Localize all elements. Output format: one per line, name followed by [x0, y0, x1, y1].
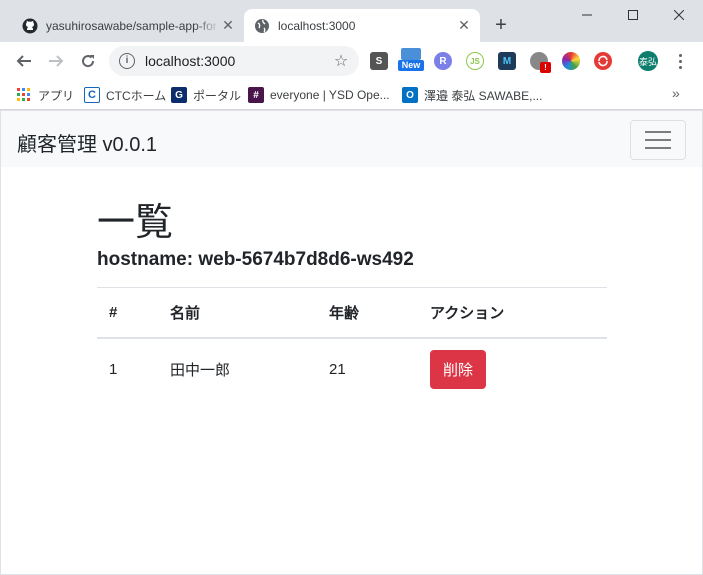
- table-row: 1 田中一郎 21 削除: [97, 338, 607, 400]
- bookmark-outlook[interactable]: O 澤邉 泰弘 SAWABE,...: [402, 86, 542, 104]
- extension-s-icon[interactable]: S: [370, 52, 388, 70]
- bookmark-label: アプリ: [38, 88, 75, 103]
- window-close-icon[interactable]: [656, 0, 702, 30]
- page-title: 一覧: [97, 202, 174, 244]
- extension-r-icon[interactable]: R: [434, 52, 452, 70]
- tab-github[interactable]: yasuhirosawabe/sample-app-for ✕: [12, 9, 244, 42]
- bookmark-apps[interactable]: アプリ: [16, 86, 74, 104]
- app-navbar: 顧客管理 v0.0.1: [1, 111, 702, 167]
- table-header-row: # 名前 年齢 アクション: [97, 287, 607, 339]
- browser-toolbar: i localhost:3000 ☆ S New R JS M ! 泰弘: [0, 42, 703, 80]
- header-age: 年齢: [317, 287, 418, 339]
- header-action: アクション: [418, 287, 607, 339]
- tab-strip: yasuhirosawabe/sample-app-for ✕ localhos…: [0, 0, 703, 42]
- slack-icon: #: [248, 87, 264, 103]
- alert-badge: !: [540, 62, 551, 73]
- maximize-icon[interactable]: [610, 0, 656, 30]
- browser-menu-icon[interactable]: [672, 51, 688, 71]
- delete-button[interactable]: 削除: [430, 349, 487, 389]
- reload-icon[interactable]: [76, 49, 100, 73]
- extension-nodejs-icon[interactable]: JS: [466, 52, 484, 70]
- portal-g-icon: G: [171, 87, 187, 103]
- extension-m-icon[interactable]: M: [498, 52, 516, 70]
- forward-arrow-icon[interactable]: [44, 49, 68, 73]
- github-icon: [22, 18, 38, 34]
- extension-shield-icon[interactable]: !: [530, 52, 551, 73]
- bookmark-portal[interactable]: G ポータル: [171, 86, 241, 104]
- close-tab-icon[interactable]: ✕: [220, 17, 236, 34]
- bookmark-ctc-home[interactable]: C CTCホーム: [84, 86, 166, 104]
- info-icon[interactable]: i: [119, 53, 135, 69]
- apps-grid-icon: [16, 87, 32, 103]
- extension-sync-icon[interactable]: [594, 52, 612, 70]
- globe-icon: [254, 18, 270, 34]
- bookmarks-bar: アプリ C CTCホーム G ポータル # everyone | YSD Ope…: [0, 80, 703, 110]
- hostname-label: hostname: web-5674b7d8d6-ws492: [97, 249, 414, 270]
- more-bookmarks-icon[interactable]: »: [672, 85, 680, 101]
- bookmark-label: ポータル: [193, 88, 242, 103]
- bookmark-star-icon[interactable]: ☆: [331, 51, 351, 71]
- extension-color-icon[interactable]: [562, 52, 580, 70]
- minimize-icon[interactable]: [564, 0, 610, 30]
- new-tab-button[interactable]: +: [490, 14, 512, 36]
- tab-title: yasuhirosawabe/sample-app-for: [46, 18, 217, 33]
- navbar-toggler-hamburger-icon[interactable]: [630, 120, 686, 160]
- url-text[interactable]: localhost:3000: [145, 53, 331, 69]
- extension-new-icon[interactable]: New: [398, 48, 424, 72]
- bookmark-label: everyone | YSD Ope...: [270, 88, 390, 102]
- outlook-icon: O: [402, 87, 418, 103]
- header-name: 名前: [158, 287, 317, 339]
- bookmark-slack[interactable]: # everyone | YSD Ope...: [248, 86, 390, 104]
- tab-localhost[interactable]: localhost:3000 ✕: [244, 9, 480, 42]
- bookmark-label: 澤邉 泰弘 SAWABE,...: [424, 88, 543, 103]
- close-tab-icon[interactable]: ✕: [456, 17, 472, 34]
- bookmark-label: CTCホーム: [106, 88, 167, 103]
- cell-action: 削除: [418, 338, 607, 400]
- tab-title: localhost:3000: [278, 18, 356, 33]
- app-brand[interactable]: 顧客管理 v0.0.1: [17, 128, 157, 157]
- profile-avatar[interactable]: 泰弘: [638, 51, 658, 71]
- cell-name: 田中一郎: [170, 361, 231, 379]
- ctc-icon: C: [84, 87, 100, 103]
- cell-id: 1: [109, 360, 118, 378]
- back-arrow-icon[interactable]: [12, 49, 36, 73]
- cell-age: 21: [329, 360, 346, 378]
- address-bar[interactable]: i localhost:3000 ☆: [109, 46, 359, 76]
- new-badge: New: [398, 60, 424, 71]
- customer-table: # 名前 年齢 アクション 1 田中一郎 21 削除: [97, 287, 607, 400]
- header-number: #: [97, 287, 158, 339]
- page-viewport: 顧客管理 v0.0.1 一覧 hostname: web-5674b7d8d6-…: [1, 111, 702, 574]
